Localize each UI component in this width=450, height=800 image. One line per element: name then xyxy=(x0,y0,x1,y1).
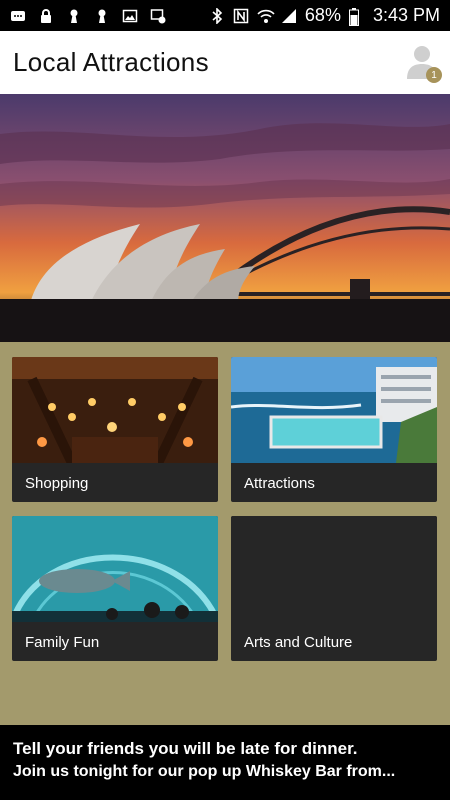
status-bar: 68% 3:43 PM xyxy=(0,0,450,31)
tile-arts-and-culture[interactable]: Arts and Culture xyxy=(231,516,437,661)
nfc-icon xyxy=(233,8,249,24)
keyhole-icon-2 xyxy=(94,8,110,24)
tile-label: Shopping xyxy=(25,475,89,492)
image-icon xyxy=(122,8,138,24)
tile-label: Attractions xyxy=(244,475,315,492)
bluetooth-icon xyxy=(209,6,225,25)
category-grid: Shopping Attractions Family Fun Arts and… xyxy=(0,342,450,725)
attractions-image xyxy=(231,357,437,463)
tile-family-fun[interactable]: Family Fun xyxy=(12,516,218,661)
tile-label: Arts and Culture xyxy=(244,634,353,651)
keyhole-icon xyxy=(66,8,82,24)
notification-badge: 1 xyxy=(426,67,442,83)
family-fun-image xyxy=(12,516,218,622)
page-title: Local Attractions xyxy=(13,47,209,77)
promo-headline: Tell your friends you will be late for d… xyxy=(13,739,358,758)
screen-share-icon xyxy=(150,8,166,24)
clock: 3:43 PM xyxy=(372,5,440,25)
tile-shopping[interactable]: Shopping xyxy=(12,357,218,502)
promo-banner[interactable]: Tell your friends you will be late for d… xyxy=(0,725,450,800)
arts-and-culture-image xyxy=(231,516,437,622)
cell-signal-icon xyxy=(281,8,297,24)
hero-image xyxy=(0,94,450,342)
promo-text: Join us tonight for our pop up Whiskey B… xyxy=(13,763,396,780)
app-header: Local Attractions 1 xyxy=(0,31,450,94)
tile-attractions[interactable]: Attractions xyxy=(231,357,437,502)
battery-icon xyxy=(348,7,365,26)
wifi-icon xyxy=(257,8,275,24)
shopping-image xyxy=(12,357,218,463)
battery-percent: 68% xyxy=(304,5,341,25)
profile-button[interactable]: 1 xyxy=(404,41,442,83)
notification-icons xyxy=(0,8,166,24)
lock-icon xyxy=(38,8,54,24)
tile-label: Family Fun xyxy=(25,634,100,651)
system-status: 68% 3:43 PM xyxy=(209,5,450,26)
message-icon xyxy=(10,8,26,24)
